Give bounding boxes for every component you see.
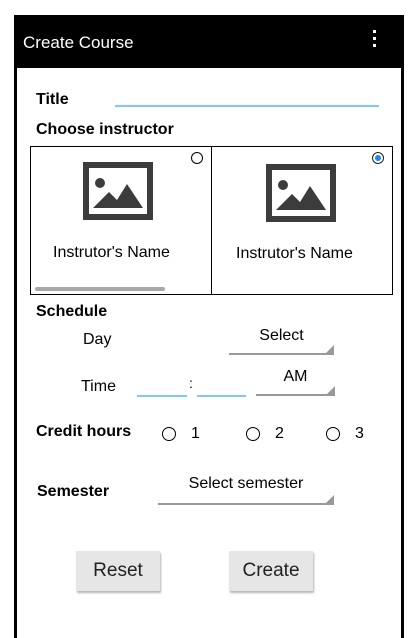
credit-option-2: 2: [275, 425, 284, 442]
dropdown-arrow-icon: [326, 345, 334, 353]
semester-label: Semester: [37, 483, 110, 500]
instructor-scrollbar[interactable]: [35, 287, 165, 291]
vertical-dots-icon[interactable]: [373, 30, 377, 50]
instructor-list: Instrutor's Name Instrutor's Name: [30, 146, 393, 295]
instructor-card-2[interactable]: Instrutor's Name: [212, 147, 392, 294]
credit-option-1: 1: [191, 425, 200, 442]
reset-button[interactable]: Reset: [76, 551, 160, 591]
title-label: Title: [36, 91, 69, 108]
time-label: Time: [81, 378, 116, 395]
instructor-name-2: Instrutor's Name: [236, 245, 353, 262]
time-separator: :: [189, 375, 193, 391]
credit-radio-3[interactable]: [326, 427, 340, 441]
dropdown-arrow-icon: [326, 495, 334, 503]
semester-select[interactable]: Select semester: [158, 475, 334, 505]
credit-option-3: 3: [355, 425, 364, 442]
image-placeholder-icon: [266, 164, 336, 222]
credit-radio-1[interactable]: [162, 427, 176, 441]
instructor-card-1[interactable]: Instrutor's Name: [31, 147, 211, 294]
time-minute-input[interactable]: [197, 395, 246, 397]
choose-instructor-label: Choose instructor: [36, 121, 174, 138]
phone-frame: Create Course Title Choose instructor In…: [14, 15, 404, 638]
app-title: Create Course: [23, 33, 134, 52]
instructor-radio-1[interactable]: [191, 152, 203, 164]
dropdown-arrow-icon: [327, 386, 335, 394]
day-label: Day: [83, 331, 112, 348]
day-select[interactable]: Select: [229, 327, 334, 355]
title-input[interactable]: [115, 105, 379, 107]
credit-hours-label: Credit hours: [36, 423, 132, 440]
instructor-radio-2[interactable]: [372, 152, 384, 164]
instructor-name-1: Instrutor's Name: [53, 244, 170, 261]
credit-radio-2[interactable]: [246, 427, 260, 441]
ampm-select[interactable]: AM: [256, 368, 335, 396]
app-bar: Create Course: [17, 18, 401, 68]
time-hour-input[interactable]: [137, 395, 187, 397]
create-button[interactable]: Create: [229, 551, 313, 591]
schedule-label: Schedule: [36, 303, 108, 320]
image-placeholder-icon: [83, 162, 153, 220]
